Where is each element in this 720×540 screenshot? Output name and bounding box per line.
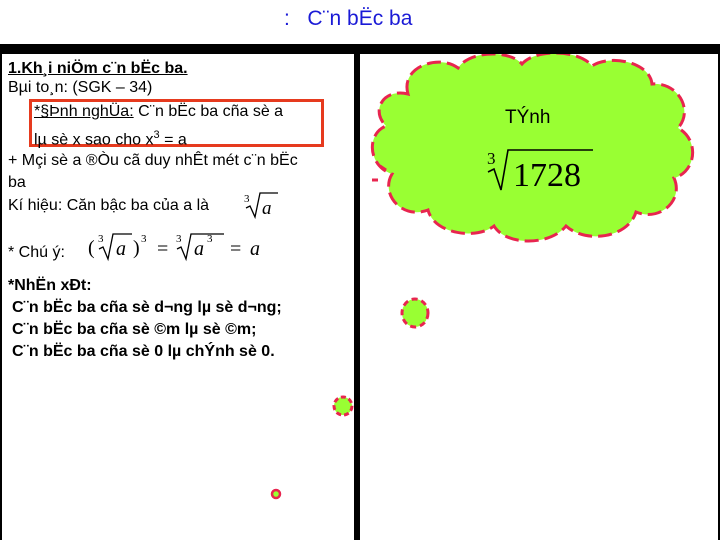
bubble-small: [270, 488, 282, 500]
bubble-medium: [332, 395, 354, 417]
decorative-bubbles: [270, 297, 430, 500]
bubble-large: [400, 297, 430, 329]
